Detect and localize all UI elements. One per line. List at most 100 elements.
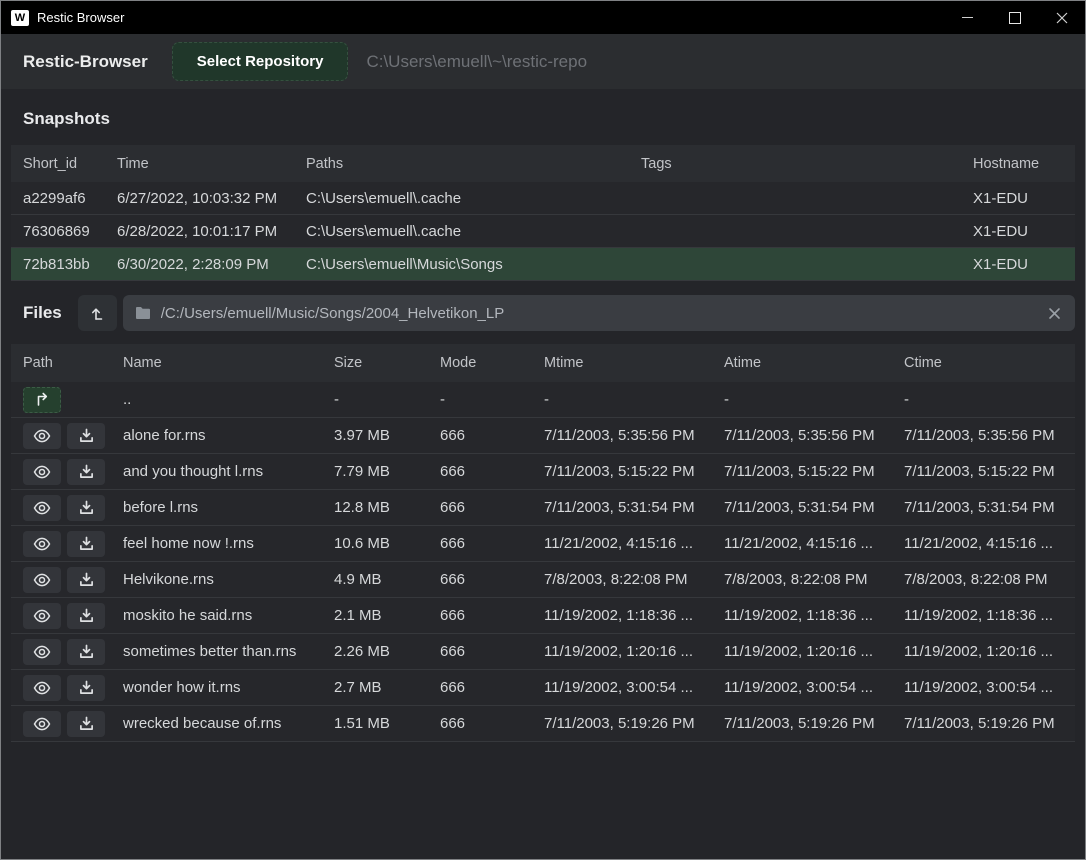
download-file-button[interactable]	[67, 639, 105, 665]
file-mode: 666	[440, 499, 544, 516]
file-size: 2.7 MB	[334, 679, 440, 696]
file-atime: 7/11/2003, 5:35:56 PM	[724, 427, 904, 444]
file-atime: 11/19/2002, 1:20:16 ...	[724, 643, 904, 660]
snapshot-row[interactable]: 72b813bb 6/30/2022, 2:28:09 PM C:\Users\…	[11, 248, 1075, 281]
file-mtime: 7/11/2003, 5:19:26 PM	[544, 715, 724, 732]
files-table-header: Path Name Size Mode Mtime Atime Ctime	[11, 344, 1075, 382]
current-path-field[interactable]: /C:/Users/emuell/Music/Songs/2004_Helvet…	[123, 295, 1075, 331]
download-file-button[interactable]	[67, 603, 105, 629]
preview-file-button[interactable]	[23, 531, 61, 557]
file-atime: 7/8/2003, 8:22:08 PM	[724, 571, 904, 588]
snapshot-time: 6/28/2022, 10:01:17 PM	[117, 223, 306, 240]
file-size: 12.8 MB	[334, 499, 440, 516]
file-size: 2.1 MB	[334, 607, 440, 624]
window-title: Restic Browser	[37, 10, 124, 25]
preview-file-button[interactable]	[23, 423, 61, 449]
window-controls	[944, 1, 1085, 34]
download-file-button[interactable]	[67, 423, 105, 449]
file-size: 2.26 MB	[334, 643, 440, 660]
snapshot-short-id: 72b813bb	[23, 256, 117, 273]
maximize-button[interactable]	[991, 1, 1038, 34]
file-atime: 7/11/2003, 5:19:26 PM	[724, 715, 904, 732]
parent-directory-row: .. - - - - -	[11, 382, 1075, 418]
download-file-button[interactable]	[67, 567, 105, 593]
clear-path-button[interactable]	[1046, 305, 1063, 322]
file-ctime: -	[904, 391, 1075, 408]
snapshots-table-header: Short_id Time Paths Tags Hostname	[11, 145, 1075, 182]
file-atime: 7/11/2003, 5:15:22 PM	[724, 463, 904, 480]
preview-file-button[interactable]	[23, 603, 61, 629]
column-paths: Paths	[306, 156, 641, 172]
download-file-button[interactable]	[67, 495, 105, 521]
file-name: ..	[123, 391, 334, 408]
file-ctime: 7/11/2003, 5:15:22 PM	[904, 463, 1075, 480]
snapshot-paths: C:\Users\emuell\.cache	[306, 223, 641, 240]
repository-path: C:\Users\emuell\~\restic-repo	[366, 52, 587, 72]
files-bar: Files /C:/Users/emuell/Music/Songs/2004_…	[11, 295, 1075, 331]
preview-file-button[interactable]	[23, 567, 61, 593]
download-icon	[79, 464, 94, 479]
download-file-button[interactable]	[67, 531, 105, 557]
snapshot-hostname: X1-EDU	[973, 256, 1075, 273]
file-row: wrecked because of.rns 1.51 MB 666 7/11/…	[11, 706, 1075, 742]
file-atime: 7/11/2003, 5:31:54 PM	[724, 499, 904, 516]
maximize-icon	[1009, 12, 1021, 24]
column-time: Time	[117, 156, 306, 172]
file-name: wonder how it.rns	[123, 679, 334, 696]
file-row: moskito he said.rns 2.1 MB 666 11/19/200…	[11, 598, 1075, 634]
file-size: 4.9 MB	[334, 571, 440, 588]
preview-file-button[interactable]	[23, 495, 61, 521]
snapshot-row[interactable]: 76306869 6/28/2022, 10:01:17 PM C:\Users…	[11, 215, 1075, 248]
file-mtime: 11/19/2002, 1:20:16 ...	[544, 643, 724, 660]
main-content: Snapshots Short_id Time Paths Tags Hostn…	[1, 89, 1085, 859]
file-atime: -	[724, 391, 904, 408]
download-file-button[interactable]	[67, 711, 105, 737]
download-file-button[interactable]	[67, 459, 105, 485]
file-mtime: 11/19/2002, 3:00:54 ...	[544, 679, 724, 696]
close-icon	[1056, 12, 1068, 24]
eye-icon	[33, 537, 51, 551]
snapshot-row[interactable]: a2299af6 6/27/2022, 10:03:32 PM C:\Users…	[11, 182, 1075, 215]
file-row: sometimes better than.rns 2.26 MB 666 11…	[11, 634, 1075, 670]
file-name: alone for.rns	[123, 427, 334, 444]
eye-icon	[33, 573, 51, 587]
eye-icon	[33, 717, 51, 731]
minimize-button[interactable]	[944, 1, 991, 34]
download-file-button[interactable]	[67, 675, 105, 701]
eye-icon	[33, 645, 51, 659]
file-row: and you thought l.rns 7.79 MB 666 7/11/2…	[11, 454, 1075, 490]
eye-icon	[33, 465, 51, 479]
row-actions	[23, 675, 123, 701]
preview-file-button[interactable]	[23, 459, 61, 485]
titlebar: W Restic Browser	[1, 1, 1085, 34]
file-name: sometimes better than.rns	[123, 643, 334, 660]
select-repository-button[interactable]: Select Repository	[172, 42, 349, 81]
file-ctime: 11/19/2002, 1:20:16 ...	[904, 643, 1075, 660]
download-icon	[79, 536, 94, 551]
file-mode: -	[440, 391, 544, 408]
preview-file-button[interactable]	[23, 639, 61, 665]
file-mode: 666	[440, 463, 544, 480]
go-parent-directory-button[interactable]	[23, 387, 61, 413]
file-row: before l.rns 12.8 MB 666 7/11/2003, 5:31…	[11, 490, 1075, 526]
file-ctime: 11/19/2002, 3:00:54 ...	[904, 679, 1075, 696]
file-ctime: 11/19/2002, 1:18:36 ...	[904, 607, 1075, 624]
close-button[interactable]	[1038, 1, 1085, 34]
clear-icon	[1048, 307, 1061, 320]
file-mtime: 7/11/2003, 5:35:56 PM	[544, 427, 724, 444]
column-hostname: Hostname	[973, 156, 1075, 172]
file-mode: 666	[440, 643, 544, 660]
file-mode: 666	[440, 715, 544, 732]
snapshot-hostname: X1-EDU	[973, 223, 1075, 240]
eye-icon	[33, 609, 51, 623]
file-mtime: 11/19/2002, 1:18:36 ...	[544, 607, 724, 624]
file-atime: 11/19/2002, 1:18:36 ...	[724, 607, 904, 624]
column-name: Name	[123, 355, 334, 371]
up-directory-button[interactable]	[78, 295, 117, 331]
row-actions	[23, 387, 123, 413]
row-actions	[23, 495, 123, 521]
row-actions	[23, 531, 123, 557]
preview-file-button[interactable]	[23, 711, 61, 737]
preview-file-button[interactable]	[23, 675, 61, 701]
file-mode: 666	[440, 427, 544, 444]
